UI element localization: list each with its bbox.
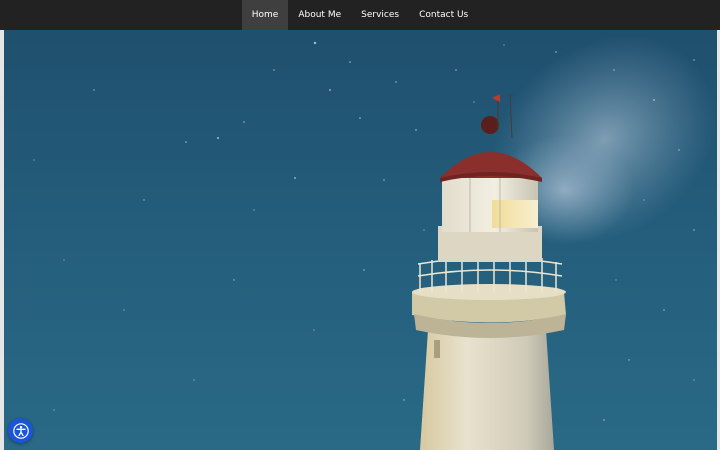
nav-link-home[interactable]: Home bbox=[241, 0, 289, 30]
top-navigation: Home About Me Services Contact Us bbox=[0, 0, 720, 30]
nav-link-services[interactable]: Services bbox=[351, 0, 409, 30]
nav-link-about-me[interactable]: About Me bbox=[288, 0, 351, 30]
accessibility-button[interactable] bbox=[8, 418, 33, 443]
accessibility-icon bbox=[12, 422, 29, 439]
hero-image bbox=[4, 30, 717, 450]
lighthouse-photo bbox=[4, 30, 717, 450]
nav-link-contact-us[interactable]: Contact Us bbox=[409, 0, 478, 30]
